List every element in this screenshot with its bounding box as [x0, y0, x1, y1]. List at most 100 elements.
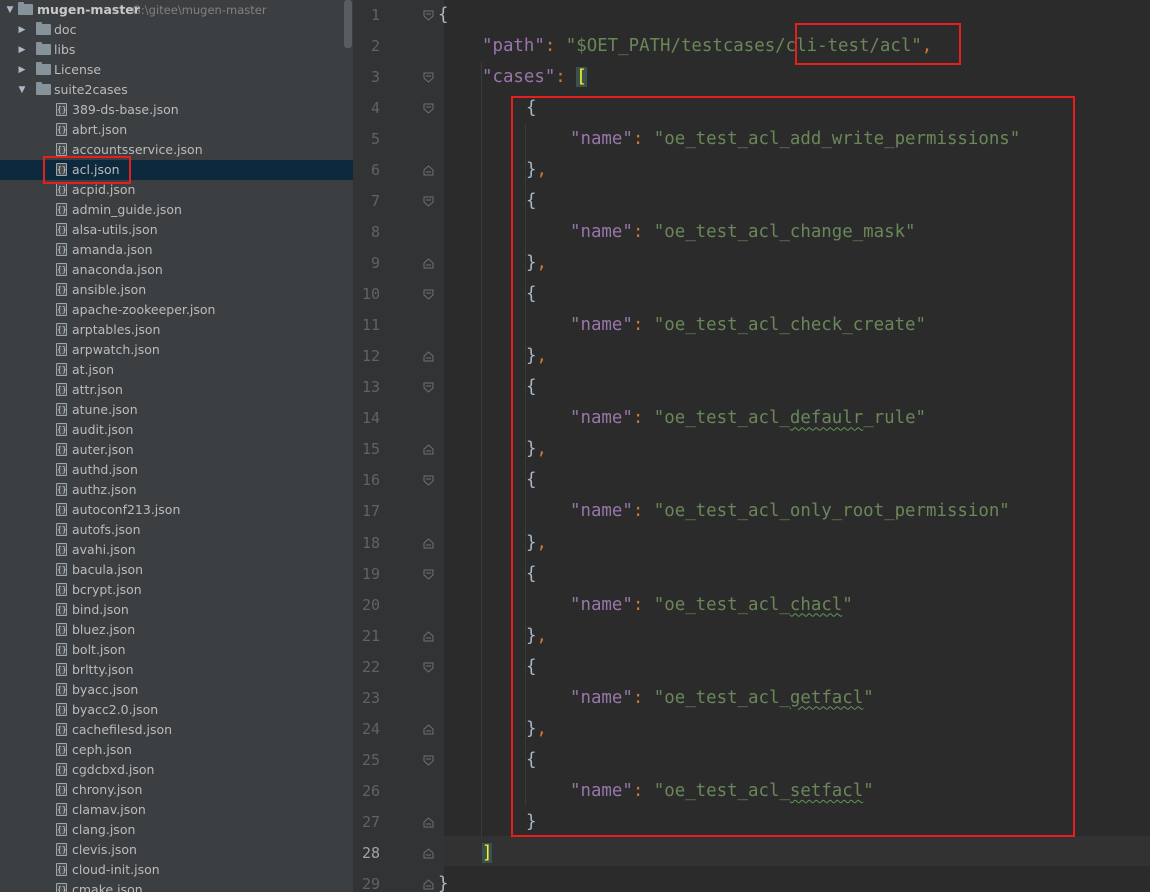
fold-end-icon[interactable] [423, 630, 434, 642]
chevron-down-icon[interactable]: ▼ [16, 80, 28, 100]
line-number: 25 [361, 750, 380, 769]
fold-start-icon[interactable] [423, 569, 434, 580]
json-file-icon [56, 780, 67, 800]
tree-file-row[interactable]: autofs.json [0, 520, 353, 540]
json-string: "$OET_PATH/testcases/ [565, 36, 786, 57]
tree-file-row[interactable]: byacc2.0.json [0, 700, 353, 720]
fold-start-icon[interactable] [423, 72, 434, 83]
tree-folder-license[interactable]: ▶ License [0, 60, 353, 80]
tree-file-label: abrt.json [72, 122, 128, 137]
fold-end-icon[interactable] [423, 817, 434, 828]
tree-folder-libs[interactable]: ▶ libs [0, 40, 353, 60]
tree-file-row[interactable]: alsa-utils.json [0, 220, 353, 240]
fold-start-icon[interactable] [423, 103, 434, 114]
tree-file-row[interactable]: atune.json [0, 400, 353, 420]
tree-file-row[interactable]: at.json [0, 360, 353, 380]
json-file-icon [56, 740, 67, 760]
line-number: 15 [361, 440, 380, 459]
root-folder-name: mugen-master [37, 2, 140, 17]
tree-file-row[interactable]: clevis.json [0, 840, 353, 860]
tree-file-row[interactable]: clamav.json [0, 800, 353, 820]
fold-start-icon[interactable] [423, 382, 434, 394]
fold-start-icon[interactable] [423, 10, 434, 21]
tree-file-row[interactable]: bacula.json [0, 560, 353, 580]
tree-root-row[interactable]: ▼ mugen-master G:\gitee\mugen-master [0, 0, 353, 20]
tree-file-row[interactable]: ansible.json [0, 280, 353, 300]
code-line[interactable]: "cases": [ [482, 62, 587, 93]
fold-end-icon[interactable] [423, 165, 434, 176]
fold-end-icon[interactable] [423, 537, 434, 549]
json-file-icon [56, 120, 67, 140]
tree-folder-doc[interactable]: ▶ doc [0, 20, 353, 40]
tree-file-row[interactable]: byacc.json [0, 680, 353, 700]
line-number: 21 [361, 626, 380, 645]
chevron-right-icon[interactable]: ▶ [16, 60, 28, 80]
project-tree-panel[interactable]: ▼ mugen-master G:\gitee\mugen-master ▶ d… [0, 0, 354, 892]
tree-file-label: byacc2.0.json [72, 702, 159, 717]
fold-start-icon[interactable] [423, 662, 434, 673]
line-number: 19 [361, 564, 380, 583]
tree-file-label: auter.json [72, 442, 134, 457]
tree-file-row[interactable]: abrt.json [0, 120, 353, 140]
tree-file-row[interactable]: authd.json [0, 460, 353, 480]
tree-file-row[interactable]: cmake.json [0, 880, 353, 892]
tree-file-label: 389-ds-base.json [72, 102, 179, 117]
tree-file-row[interactable]: chrony.json [0, 780, 353, 800]
line-number: 11 [361, 316, 380, 335]
tree-file-row[interactable]: cloud-init.json [0, 860, 353, 880]
fold-start-icon[interactable] [423, 475, 434, 487]
tree-file-row[interactable]: bind.json [0, 600, 353, 620]
tree-file-row[interactable]: cgdcbxd.json [0, 760, 353, 780]
json-file-icon [56, 800, 67, 820]
fold-end-icon[interactable] [423, 879, 434, 890]
tree-file-row[interactable]: cachefilesd.json [0, 720, 353, 740]
tree-file-row[interactable]: brltty.json [0, 660, 353, 680]
tree-file-row[interactable]: bcrypt.json [0, 580, 353, 600]
code-line[interactable]: } [438, 869, 448, 892]
tree-file-row[interactable]: bolt.json [0, 640, 353, 660]
code-line[interactable]: { [438, 0, 448, 31]
tree-file-row[interactable]: avahi.json [0, 540, 353, 560]
tree-file-row[interactable]: arptables.json [0, 320, 353, 340]
tree-file-row[interactable]: anaconda.json [0, 260, 353, 280]
fold-start-icon[interactable] [423, 289, 434, 300]
line-number: 28 [361, 843, 380, 862]
tree-file-row[interactable]: admin_guide.json [0, 200, 353, 220]
tree-file-row[interactable]: authz.json [0, 480, 353, 500]
line-number: 5 [370, 130, 380, 149]
tree-file-row[interactable]: apache-zookeeper.json [0, 300, 353, 320]
tree-file-row[interactable]: autoconf213.json [0, 500, 353, 520]
json-file-icon [56, 660, 67, 680]
line-number: 16 [361, 471, 380, 490]
tree-file-label: admin_guide.json [72, 202, 182, 217]
fold-end-icon[interactable] [423, 351, 434, 362]
fold-end-icon[interactable] [423, 724, 434, 735]
chevron-down-icon[interactable]: ▼ [4, 0, 16, 20]
annotation-box-selected-file [43, 156, 131, 184]
json-file-icon [56, 140, 67, 160]
line-number: 24 [361, 719, 380, 738]
fold-end-icon[interactable] [423, 444, 434, 455]
fold-end-icon[interactable] [423, 258, 434, 269]
line-number: 3 [370, 68, 380, 87]
fold-start-icon[interactable] [423, 755, 434, 766]
tree-file-row[interactable]: bluez.json [0, 620, 353, 640]
tree-file-row[interactable]: auter.json [0, 440, 353, 460]
tree-file-row[interactable]: ceph.json [0, 740, 353, 760]
tree-file-row[interactable]: 389-ds-base.json [0, 100, 353, 120]
tree-file-row[interactable]: arpwatch.json [0, 340, 353, 360]
tree-file-row[interactable]: amanda.json [0, 240, 353, 260]
line-number: 29 [361, 874, 380, 892]
line-number: 4 [370, 99, 380, 118]
tree-file-row[interactable]: clang.json [0, 820, 353, 840]
code-line[interactable]: ] [482, 838, 493, 869]
fold-end-icon[interactable] [423, 848, 434, 859]
fold-start-icon[interactable] [423, 196, 434, 207]
tree-file-row[interactable]: audit.json [0, 420, 353, 440]
chevron-right-icon[interactable]: ▶ [16, 20, 28, 40]
bracket-match: [ [576, 67, 587, 88]
chevron-right-icon[interactable]: ▶ [16, 40, 28, 60]
tree-file-row[interactable]: attr.json [0, 380, 353, 400]
tree-file-label: byacc.json [72, 682, 139, 697]
tree-folder-suite2cases[interactable]: ▼ suite2cases [0, 80, 353, 100]
